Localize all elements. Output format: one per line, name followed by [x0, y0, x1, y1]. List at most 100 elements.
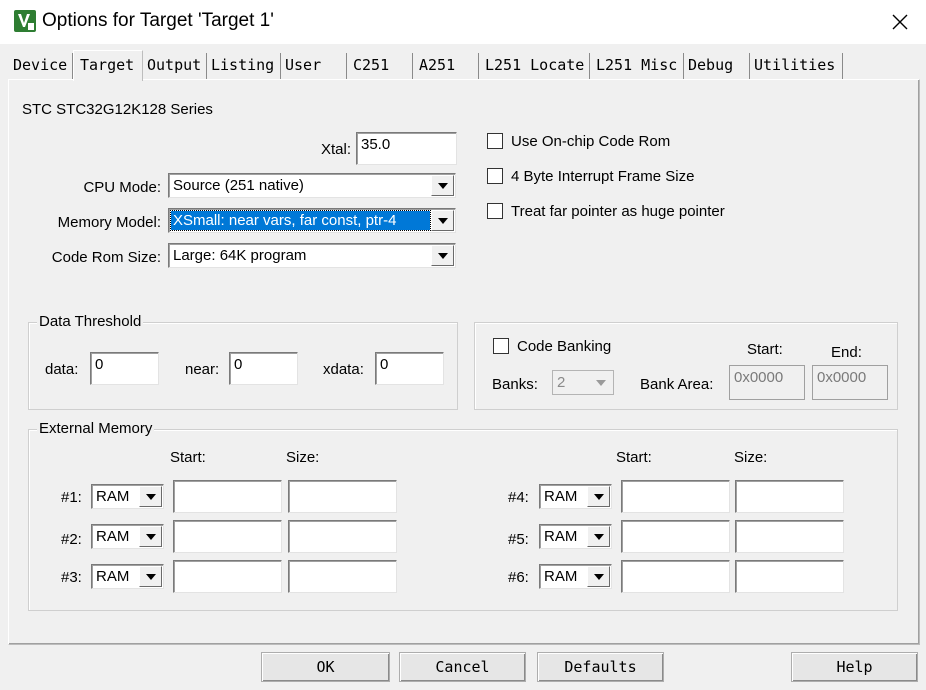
bank-area-label: Bank Area: [640, 376, 714, 393]
bank-end-input[interactable]: 0x0000 [812, 365, 888, 400]
ext-row-4-start-input[interactable] [621, 480, 730, 513]
bank-start-header: Start: [747, 341, 783, 358]
ext-row-3-type: RAM [96, 568, 130, 585]
ext-row-4-label: #4: [508, 489, 529, 506]
ext-row-2-dropdown-button[interactable] [139, 526, 162, 547]
banks-label: Banks: [492, 376, 538, 393]
tab-output[interactable]: Output [143, 53, 207, 79]
ext-size-header-right: Size: [734, 449, 768, 466]
ext-row-3-type-select[interactable]: RAM [91, 564, 164, 589]
chevron-down-icon [595, 379, 606, 386]
code-rom-size-value: Large: 64K program [173, 247, 307, 264]
ext-row-1-size-input[interactable] [288, 480, 397, 513]
xtal-label: Xtal: [320, 141, 351, 158]
chevron-down-icon [145, 493, 156, 500]
ext-row-5-type-select[interactable]: RAM [539, 524, 612, 549]
tab-listing[interactable]: Listing [207, 53, 281, 79]
onchip-code-rom-label: Use On-chip Code Rom [511, 133, 671, 150]
threshold-near-input[interactable]: 0 [229, 352, 298, 385]
tab-l251-locate[interactable]: L251 Locate [479, 53, 590, 79]
close-button[interactable] [880, 6, 920, 38]
memory-model-select[interactable]: XSmall: near vars, far const, ptr-4 [168, 208, 456, 233]
ext-row-5-type: RAM [544, 528, 578, 545]
chevron-down-icon [593, 573, 604, 580]
ext-row-3-dropdown-button[interactable] [139, 566, 162, 587]
code-banking-label: Code Banking [517, 338, 612, 355]
ext-row-6-type: RAM [544, 568, 578, 585]
ext-start-header-left: Start: [170, 449, 206, 466]
tab-l251-misc[interactable]: L251 Misc [590, 53, 684, 79]
ext-row-1-start-input[interactable] [173, 480, 282, 513]
cpu-mode-select[interactable]: Source (251 native) [168, 173, 456, 198]
code-rom-size-dropdown-button[interactable] [431, 245, 454, 266]
ext-row-1-dropdown-button[interactable] [139, 486, 162, 507]
irq-frame-size-checkbox[interactable] [487, 168, 503, 184]
ext-row-5-start-input[interactable] [621, 520, 730, 553]
irq-frame-size-label: 4 Byte Interrupt Frame Size [511, 168, 695, 185]
ext-row-4-type-select[interactable]: RAM [539, 484, 612, 509]
threshold-data-input[interactable]: 0 [90, 352, 159, 385]
tab-debug[interactable]: Debug [684, 53, 750, 79]
ext-row-1-type: RAM [96, 488, 130, 505]
tab-utilities[interactable]: Utilities [750, 53, 843, 79]
threshold-data-label: data: [45, 361, 79, 378]
chevron-down-icon [437, 182, 448, 189]
ext-row-2-type: RAM [96, 528, 130, 545]
memory-model-label: Memory Model: [57, 214, 161, 231]
ext-size-header-left: Size: [286, 449, 320, 466]
chevron-down-icon [437, 217, 448, 224]
far-huge-pointer-label: Treat far pointer as huge pointer [511, 203, 725, 220]
ext-row-6-type-select[interactable]: RAM [539, 564, 612, 589]
xtal-input[interactable]: 35.0 [356, 132, 457, 165]
memory-model-dropdown-button[interactable] [431, 210, 454, 231]
ext-row-4-size-input[interactable] [735, 480, 844, 513]
code-rom-size-select[interactable]: Large: 64K program [168, 243, 456, 268]
ext-row-5-dropdown-button[interactable] [587, 526, 610, 547]
far-huge-pointer-checkbox[interactable] [487, 203, 503, 219]
ok-button[interactable]: OK [261, 652, 390, 682]
banks-value: 2 [557, 374, 566, 391]
ext-row-4-dropdown-button[interactable] [587, 486, 610, 507]
ext-row-2-type-select[interactable]: RAM [91, 524, 164, 549]
ext-row-3-start-input[interactable] [173, 560, 282, 593]
threshold-near-label: near: [185, 361, 220, 378]
threshold-xdata-input[interactable]: 0 [375, 352, 444, 385]
ext-row-2-size-input[interactable] [288, 520, 397, 553]
window-title: Options for Target 'Target 1' [42, 10, 274, 31]
code-rom-size-label: Code Rom Size: [51, 249, 161, 266]
tab-a251[interactable]: A251 [413, 53, 479, 79]
onchip-code-rom-checkbox[interactable] [487, 133, 503, 149]
external-memory-title: External Memory [37, 420, 155, 437]
help-button[interactable]: Help [791, 652, 918, 682]
tab-c251[interactable]: C251 [347, 53, 413, 79]
cpu-mode-label: CPU Mode: [83, 179, 161, 196]
defaults-button[interactable]: Defaults [537, 652, 664, 682]
banks-dropdown-button[interactable] [589, 372, 612, 393]
tab-user[interactable]: User [281, 53, 347, 79]
code-banking-checkbox[interactable] [493, 338, 509, 354]
tab-device[interactable]: Device [9, 53, 73, 79]
tab-target[interactable]: Target [73, 50, 143, 81]
tab-strip: Device Target Output Listing User C251 A… [0, 50, 926, 81]
ext-row-5-size-input[interactable] [735, 520, 844, 553]
ext-row-5-label: #5: [508, 531, 529, 548]
memory-model-value: XSmall: near vars, far const, ptr-4 [170, 210, 431, 231]
bank-end-header: End: [831, 344, 862, 361]
chevron-down-icon [145, 573, 156, 580]
ext-row-2-label: #2: [61, 531, 82, 548]
chevron-down-icon [593, 493, 604, 500]
ext-row-6-label: #6: [508, 569, 529, 586]
cpu-mode-dropdown-button[interactable] [431, 175, 454, 196]
ext-row-2-start-input[interactable] [173, 520, 282, 553]
ext-row-6-size-input[interactable] [735, 560, 844, 593]
cancel-button[interactable]: Cancel [399, 652, 526, 682]
chevron-down-icon [437, 252, 448, 259]
ext-row-6-dropdown-button[interactable] [587, 566, 610, 587]
ext-row-3-size-input[interactable] [288, 560, 397, 593]
banks-select[interactable]: 2 [552, 370, 614, 395]
bank-start-input[interactable]: 0x0000 [729, 365, 805, 400]
ext-row-1-type-select[interactable]: RAM [91, 484, 164, 509]
ext-row-6-start-input[interactable] [621, 560, 730, 593]
ext-row-1-label: #1: [61, 489, 82, 506]
close-icon [892, 14, 908, 30]
